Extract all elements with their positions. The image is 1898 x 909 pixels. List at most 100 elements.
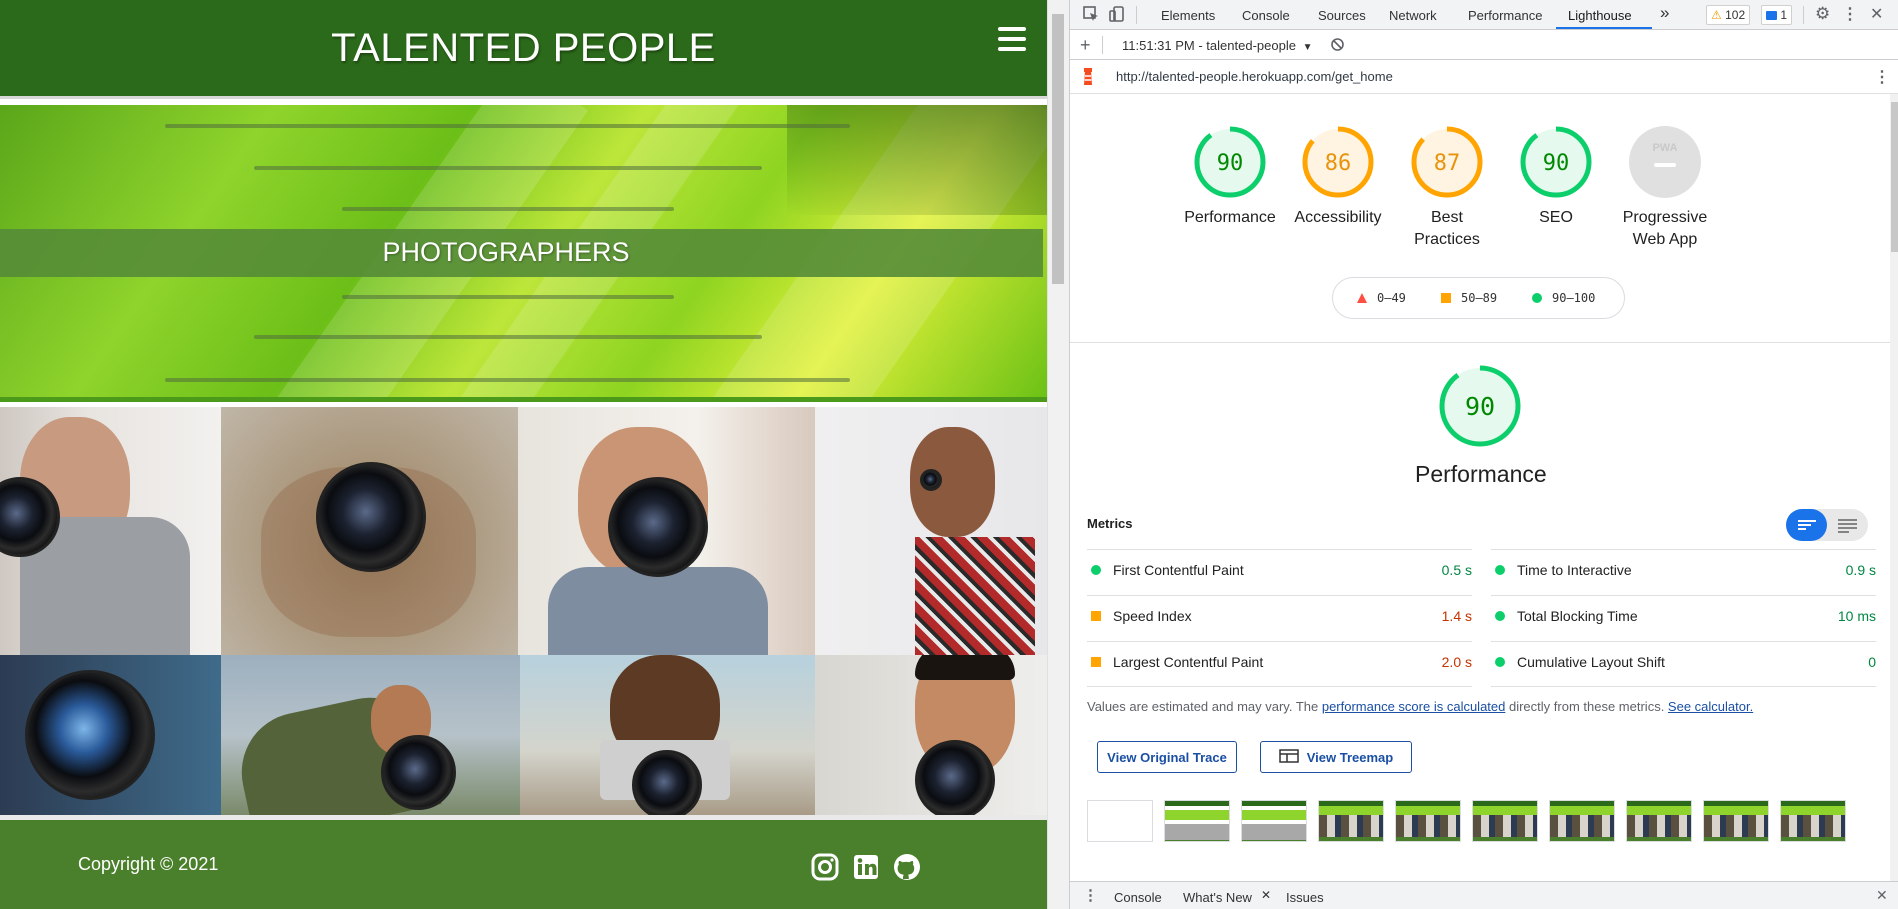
tab-elements[interactable]: Elements — [1161, 8, 1215, 23]
report-url-bar: http://talented-people.herokuapp.com/get… — [1070, 60, 1898, 94]
score-value: 90 — [1217, 151, 1244, 176]
devtools-drawer: ⋮ Console What's New ✕ Issues ✕ — [1070, 881, 1898, 909]
note-text: Values are estimated and may vary. The — [1087, 699, 1322, 714]
close-tab-icon[interactable]: ✕ — [1261, 888, 1271, 902]
website-viewport: TALENTED PEOPLE PHOTOGRAPHERS Copyright … — [0, 0, 1047, 909]
score-value: 90 — [1543, 151, 1570, 176]
gallery-photo[interactable] — [0, 655, 221, 815]
warnings-badge[interactable]: ⚠ 102 — [1706, 5, 1751, 25]
gallery-photo[interactable] — [518, 407, 815, 655]
filmstrip-frame — [1164, 800, 1230, 842]
score-label: Best Practices — [1414, 209, 1480, 248]
close-devtools-icon[interactable]: ✕ — [1870, 4, 1883, 24]
score-gauge-performance[interactable]: 90 Performance — [1175, 125, 1285, 229]
metric-name: Cumulative Layout Shift — [1517, 654, 1665, 670]
tab-lighthouse[interactable]: Lighthouse — [1568, 8, 1632, 23]
metric-name: Speed Index — [1113, 608, 1192, 624]
fail-triangle-icon — [1357, 293, 1367, 303]
gallery-photo[interactable] — [221, 407, 518, 655]
gallery-photo[interactable] — [815, 655, 1047, 815]
average-square-icon — [1091, 657, 1101, 667]
report-selector[interactable]: 11:51:31 PM - talented-people ▼ — [1122, 38, 1312, 53]
linkedin-icon[interactable] — [851, 852, 881, 882]
pass-circle-icon — [1495, 611, 1505, 621]
see-calculator-link[interactable]: See calculator. — [1668, 699, 1753, 714]
filmstrip-frame — [1395, 800, 1461, 842]
tab-network[interactable]: Network — [1389, 8, 1437, 23]
view-treemap-button[interactable]: View Treemap — [1260, 741, 1412, 773]
view-original-trace-button[interactable]: View Original Trace — [1097, 741, 1237, 773]
more-options-icon[interactable]: ⋮ — [1842, 4, 1858, 24]
messages-badge[interactable]: 1 — [1761, 5, 1793, 25]
score-gauge-accessibility[interactable]: 86 Accessibility — [1283, 125, 1393, 229]
hero-label: PHOTOGRAPHERS — [382, 237, 630, 267]
score-calculation-link[interactable]: performance score is calculated — [1322, 699, 1506, 714]
metric-largest-contentful-paint: Largest Contentful Paint 2.0 s — [1087, 652, 1472, 672]
hero-banner: PHOTOGRAPHERS — [0, 105, 1047, 402]
devtools-panel: Elements Console Sources Network Perform… — [1069, 0, 1898, 909]
metric-time-to-interactive: Time to Interactive 0.9 s — [1491, 560, 1876, 580]
drawer-tab-issues[interactable]: Issues — [1286, 890, 1324, 905]
more-tabs-button[interactable]: » — [1660, 3, 1669, 23]
drawer-tab-console[interactable]: Console — [1114, 890, 1162, 905]
messages-count: 1 — [1780, 8, 1788, 22]
toggle-expanded-view[interactable] — [1827, 509, 1868, 541]
filmstrip-frame — [1626, 800, 1692, 842]
device-toolbar-icon[interactable] — [1108, 5, 1126, 27]
clear-reports-icon[interactable] — [1330, 37, 1345, 55]
treemap-icon — [1279, 748, 1299, 766]
toggle-compact-view[interactable] — [1786, 509, 1827, 541]
button-label: View Original Trace — [1107, 749, 1227, 765]
report-scrollbar[interactable] — [1890, 94, 1898, 881]
close-drawer-icon[interactable]: ✕ — [1876, 887, 1888, 904]
hamburger-menu-icon[interactable] — [998, 27, 1026, 51]
pass-circle-icon — [1495, 565, 1505, 575]
photographer-gallery — [0, 407, 1047, 815]
filmstrip-frame — [1087, 800, 1153, 842]
inspect-element-icon[interactable] — [1082, 5, 1100, 27]
metric-total-blocking-time: Total Blocking Time 10 ms — [1491, 606, 1876, 626]
filmstrip-frame — [1703, 800, 1769, 842]
gallery-photo[interactable] — [815, 407, 1047, 655]
legend-range-average: 50–89 — [1461, 291, 1498, 305]
tab-console[interactable]: Console — [1242, 8, 1290, 23]
metric-name: Largest Contentful Paint — [1113, 654, 1264, 670]
metric-value: 2.0 s — [1441, 654, 1472, 670]
github-icon[interactable] — [892, 852, 922, 882]
note-text: directly from these metrics. — [1505, 699, 1668, 714]
drawer-tab-whats-new[interactable]: What's New — [1183, 890, 1252, 905]
new-report-icon[interactable]: + — [1080, 35, 1091, 56]
metric-name: Total Blocking Time — [1517, 608, 1638, 624]
metric-speed-index: Speed Index 1.4 s — [1087, 606, 1472, 626]
score-gauge-seo[interactable]: 90 SEO — [1501, 125, 1611, 229]
metrics-view-toggle[interactable] — [1786, 509, 1868, 541]
average-square-icon — [1441, 293, 1451, 303]
pass-circle-icon — [1495, 657, 1505, 667]
report-menu-icon[interactable]: ⋮ — [1874, 67, 1890, 87]
average-square-icon — [1091, 611, 1101, 621]
filmstrip-frame — [1780, 800, 1846, 842]
score-gauge-best-practices[interactable]: 87 Best Practices — [1392, 125, 1502, 251]
metric-cumulative-layout-shift: Cumulative Layout Shift 0 — [1491, 652, 1876, 672]
page-scrollbar[interactable] — [1047, 0, 1069, 909]
lighthouse-report: 90 Performance 86 Accessibility 87 Best — [1070, 94, 1890, 881]
tab-performance[interactable]: Performance — [1468, 8, 1542, 23]
message-icon — [1766, 11, 1777, 21]
section-divider — [1070, 342, 1890, 343]
gallery-photo[interactable] — [0, 407, 221, 655]
metric-name: Time to Interactive — [1517, 562, 1632, 578]
report-url[interactable]: http://talented-people.herokuapp.com/get… — [1116, 69, 1393, 84]
metrics-note: Values are estimated and may vary. The p… — [1087, 699, 1753, 714]
tab-sources[interactable]: Sources — [1318, 8, 1366, 23]
gallery-photo[interactable] — [221, 655, 520, 815]
metric-value: 10 ms — [1837, 608, 1876, 624]
score-gauge-pwa[interactable]: PWA Progressive Web App — [1610, 125, 1720, 251]
pass-circle-icon — [1532, 293, 1542, 303]
settings-gear-icon[interactable]: ⚙ — [1815, 4, 1830, 24]
metric-value: 1.4 s — [1441, 608, 1472, 624]
performance-section-gauge: 90 Performance — [1415, 364, 1547, 488]
instagram-icon[interactable] — [810, 852, 840, 882]
score-label: Performance — [1184, 209, 1276, 226]
gallery-photo[interactable] — [520, 655, 815, 815]
drawer-menu-icon[interactable]: ⋮ — [1083, 886, 1098, 904]
